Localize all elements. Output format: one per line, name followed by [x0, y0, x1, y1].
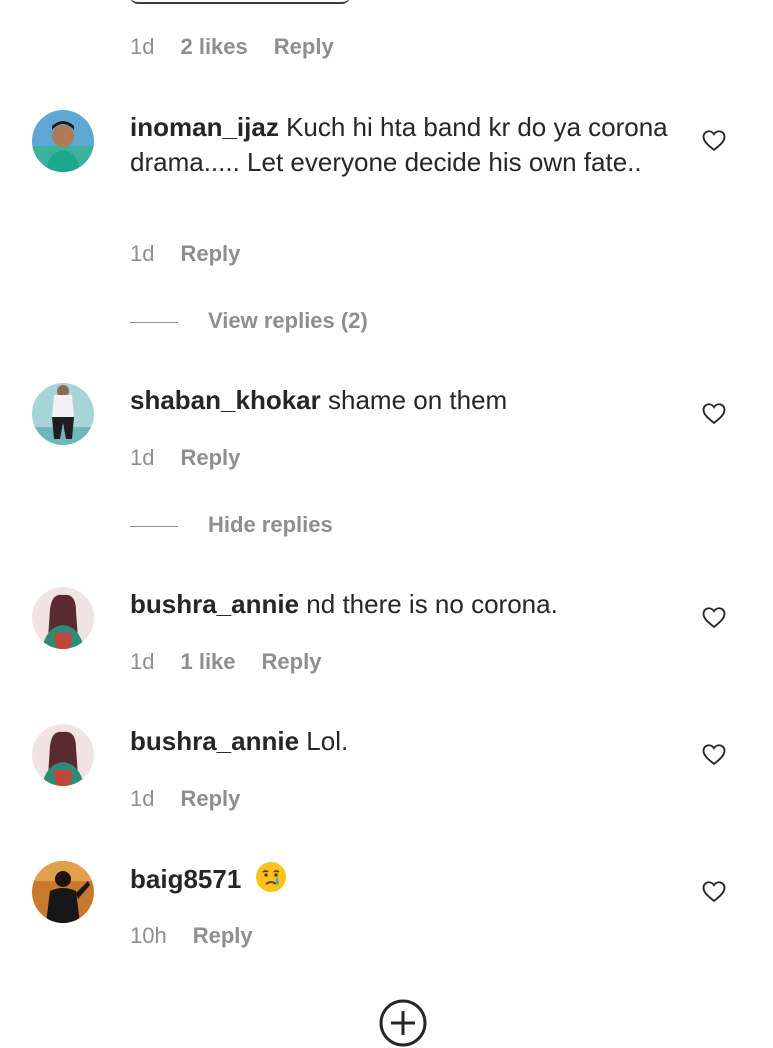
comment-text: Lol. [306, 726, 349, 756]
comment-time: 1d [130, 649, 155, 674]
view-replies-button[interactable]: View replies (2) [130, 308, 368, 334]
comment-meta-row: 1d Reply [130, 786, 240, 812]
username[interactable]: inoman_ijaz [130, 112, 279, 142]
comment-time: 1d [130, 445, 155, 470]
hide-replies-label: Hide replies [208, 512, 333, 537]
comment-body: baig8571 [130, 861, 690, 897]
comment-meta-row: 1d Reply [130, 445, 240, 471]
heart-icon[interactable] [700, 399, 728, 427]
username[interactable]: baig8571 [130, 864, 241, 894]
heart-icon[interactable] [700, 740, 728, 768]
avatar[interactable] [32, 861, 94, 923]
heart-icon[interactable] [700, 877, 728, 905]
view-replies-label: View replies (2) [208, 308, 368, 333]
avatar[interactable] [32, 587, 94, 649]
hide-replies-button[interactable]: Hide replies [130, 512, 333, 538]
comment-time: 1d [130, 786, 155, 811]
add-comment-icon[interactable] [378, 998, 428, 1048]
reply-button[interactable]: Reply [180, 445, 240, 470]
heart-icon[interactable] [700, 603, 728, 631]
divider-line [130, 321, 178, 323]
comment-body: bushra_annie Lol. [130, 724, 690, 759]
username[interactable]: shaban_khokar [130, 385, 321, 415]
comment-body: shaban_khokar shame on them [130, 383, 690, 418]
comment-time: 10h [130, 923, 167, 948]
reply-button[interactable]: Reply [274, 34, 334, 59]
comment-meta-row: 10h Reply [130, 923, 253, 949]
reply-button[interactable]: Reply [180, 241, 240, 266]
reply-button[interactable]: Reply [180, 786, 240, 811]
comment-text: nd there is no corona. [306, 589, 558, 619]
crying-face-emoji [255, 862, 286, 892]
previous-comment-clipped [130, 0, 550, 6]
avatar[interactable] [32, 383, 94, 445]
comment-meta-row: 1d 2 likes Reply [130, 34, 334, 60]
comment-text: shame on them [327, 385, 508, 415]
comment-meta-row: 1d 1 like Reply [130, 649, 321, 675]
comment-meta-row: 1d Reply [130, 241, 240, 267]
username[interactable]: bushra_annie [130, 589, 299, 619]
heart-icon[interactable] [700, 126, 728, 154]
comment-body: bushra_annie nd there is no corona. [130, 587, 690, 622]
reply-button[interactable]: Reply [193, 923, 253, 948]
username[interactable]: bushra_annie [130, 726, 299, 756]
comment-time: 1d [130, 34, 155, 59]
comment-likes[interactable]: 2 likes [180, 34, 247, 59]
comment-likes[interactable]: 1 like [180, 649, 235, 674]
avatar[interactable] [32, 724, 94, 786]
comment-time: 1d [130, 241, 155, 266]
comment-body: inoman_ijaz Kuch hi hta band kr do ya co… [130, 110, 690, 180]
divider-line [130, 525, 178, 527]
avatar[interactable] [32, 110, 94, 172]
reply-button[interactable]: Reply [262, 649, 322, 674]
